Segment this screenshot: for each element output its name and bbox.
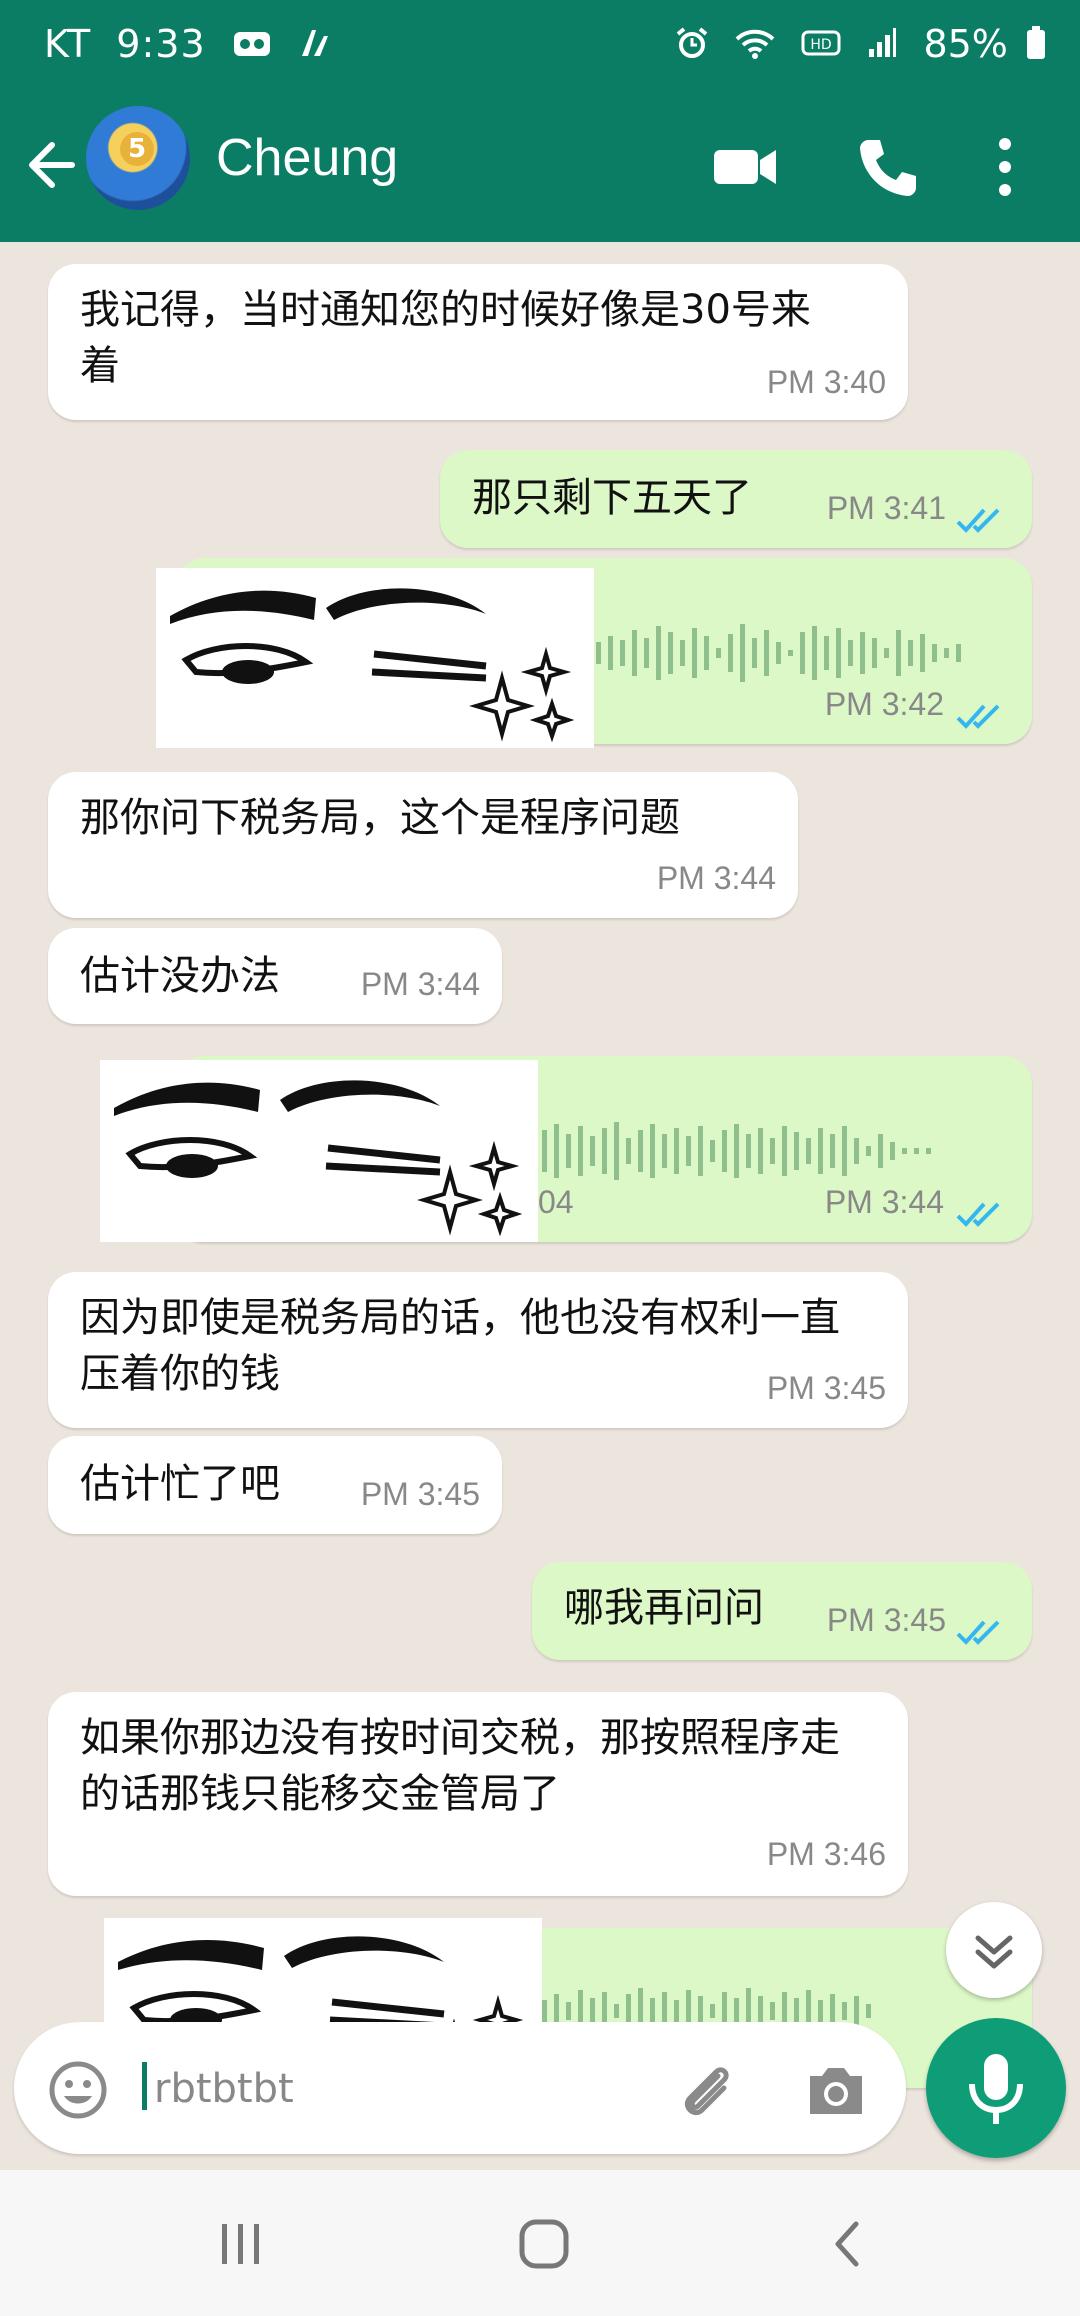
voice-record-button[interactable] (926, 2018, 1066, 2158)
attach-icon[interactable] (674, 2058, 738, 2122)
message-text: 如果你那边没有按时间交税，那按照程序走的话那钱只能移交金管局了 (80, 1715, 840, 1817)
carrier-label: KT (44, 22, 92, 66)
message-bubble-outgoing[interactable]: 哪我再问问 PM 3:45 (532, 1562, 1032, 1660)
eyes-sticker-image (100, 1060, 538, 1242)
eyes-sticker-image (156, 568, 594, 748)
hd-icon: HD (801, 28, 841, 66)
clock: 9:33 (116, 22, 206, 66)
message-time: PM 3:44 (656, 860, 776, 896)
message-bubble-outgoing[interactable]: 那只剩下五天了 PM 3:41 (440, 450, 1032, 548)
video-call-button[interactable] (710, 132, 780, 202)
wifi-icon (735, 27, 775, 67)
message-time: PM 3:44 (360, 966, 480, 1002)
message-bubble-incoming[interactable]: 我记得，当时通知您的时候好像是30号来着 PM 3:40 (48, 264, 908, 420)
message-time: PM 3:45 (766, 1370, 886, 1406)
avatar-badge: 5 (120, 132, 154, 166)
scroll-to-bottom-button[interactable] (946, 1902, 1042, 1998)
contact-name[interactable]: Cheung (216, 128, 398, 188)
voice-call-button[interactable] (852, 132, 922, 202)
mic-icon (969, 2054, 1023, 2124)
video-camera-icon (714, 150, 776, 184)
read-receipt-icon (956, 1202, 1000, 1227)
back-nav-icon[interactable] (820, 2216, 876, 2272)
back-button[interactable] (22, 130, 82, 200)
message-time: PM 3:42 (824, 686, 944, 722)
read-receipt-icon (956, 508, 1000, 533)
arrow-left-icon (29, 142, 75, 188)
message-time: PM 3:45 (360, 1476, 480, 1512)
message-bubble-incoming[interactable]: 那你问下税务局，这个是程序问题 PM 3:44 (48, 772, 798, 918)
chevron-double-down-icon (975, 1935, 1013, 1969)
message-input[interactable]: rbtbtbt (154, 2066, 294, 2112)
chat-header: 5 Cheung (0, 92, 1080, 242)
home-icon[interactable] (514, 2214, 574, 2274)
message-time: PM 3:45 (826, 1602, 946, 1638)
recent-apps-icon[interactable] (210, 2218, 270, 2270)
status-right: HD 85% (675, 22, 1046, 69)
status-bar: KT 9:33 HD 85% (0, 0, 1080, 92)
signal-icon (867, 27, 897, 67)
read-receipt-icon (956, 704, 1000, 729)
message-bubble-incoming[interactable]: 估计没办法 PM 3:44 (48, 928, 502, 1024)
message-text: 我记得，当时通知您的时候好像是30号来着 (80, 287, 811, 389)
read-receipt-icon (956, 1620, 1000, 1645)
message-list[interactable]: 我记得，当时通知您的时候好像是30号来着 PM 3:40 那只剩下五天了 PM … (0, 242, 1080, 2170)
battery-icon (1026, 25, 1046, 69)
voice-duration: 04 (538, 1184, 574, 1220)
svg-text:HD: HD (811, 37, 832, 53)
camera-icon[interactable] (804, 2060, 868, 2120)
message-bubble-incoming[interactable]: 估计忙了吧 PM 3:45 (48, 1436, 502, 1534)
message-time: PM 3:44 (824, 1184, 944, 1220)
phone-icon (860, 140, 916, 196)
message-composer[interactable]: rbtbtbt (14, 2022, 906, 2154)
system-navigation-bar (0, 2170, 1080, 2316)
message-time: PM 3:46 (766, 1836, 886, 1872)
notification-icon (298, 26, 332, 68)
more-options-button[interactable] (980, 132, 1030, 202)
status-left: KT 9:33 (44, 22, 346, 68)
text-caret (142, 2062, 147, 2110)
message-time: PM 3:41 (826, 490, 946, 526)
alarm-icon (675, 26, 709, 68)
message-bubble-incoming[interactable]: 因为即使是税务局的话，他也没有权利一直压着你的钱 PM 3:45 (48, 1272, 908, 1428)
message-time: PM 3:40 (766, 364, 886, 400)
emoji-icon[interactable] (46, 2058, 110, 2122)
message-bubble-incoming[interactable]: 如果你那边没有按时间交税，那按照程序走的话那钱只能移交金管局了 PM 3:46 (48, 1692, 908, 1896)
voicemail-icon (233, 28, 271, 66)
battery-label: 85% (923, 22, 1008, 66)
more-vertical-icon (999, 138, 1011, 196)
message-text: 因为即使是税务局的话，他也没有权利一直压着你的钱 (80, 1295, 840, 1397)
avatar[interactable]: 5 (86, 106, 190, 210)
message-text: 那你问下税务局，这个是程序问题 (80, 795, 680, 841)
